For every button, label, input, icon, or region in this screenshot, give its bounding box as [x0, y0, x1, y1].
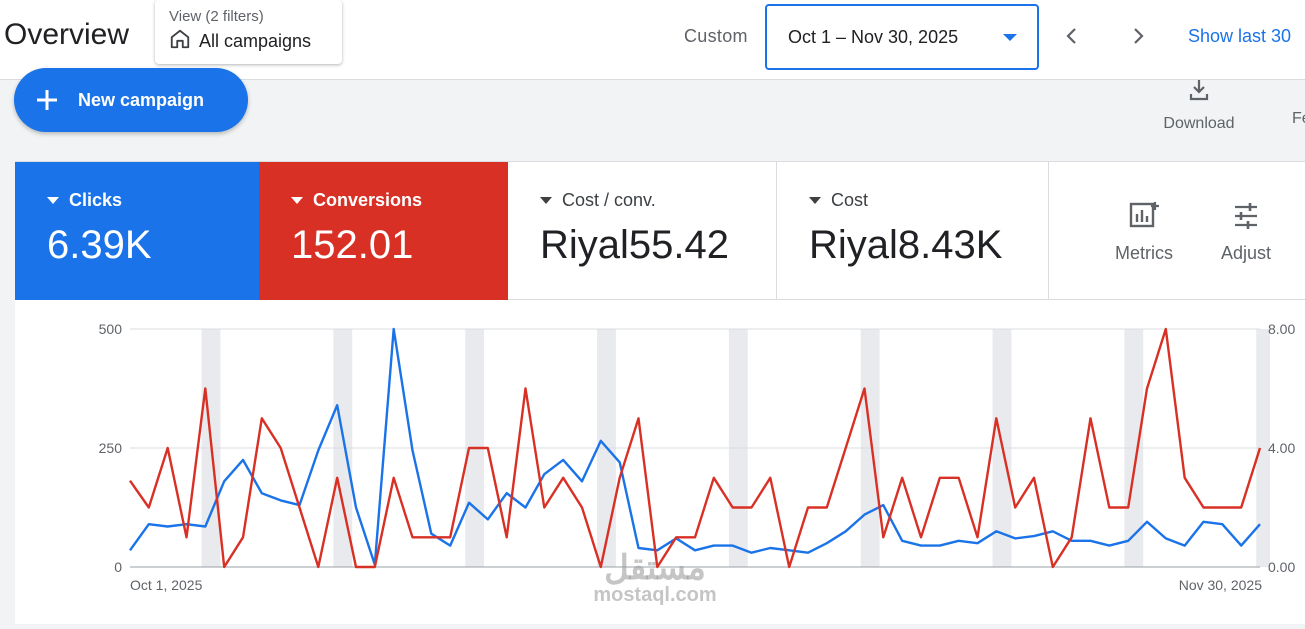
- plus-icon: [37, 90, 57, 110]
- metric-value: 6.39K: [47, 223, 152, 267]
- bar-chart-icon: [1129, 202, 1159, 228]
- new-campaign-button[interactable]: New campaign: [14, 68, 248, 132]
- new-campaign-label: New campaign: [78, 89, 205, 110]
- home-icon: [169, 28, 191, 55]
- metric-name: Clicks: [69, 190, 123, 210]
- chart-tools: Metrics Adjust: [1049, 162, 1305, 300]
- left-axis-tick: 250: [99, 440, 123, 456]
- filter-selection: All campaigns: [199, 31, 312, 51]
- chevron-right-icon: [1134, 28, 1144, 44]
- watermark-arabic: مستقل: [604, 549, 706, 587]
- previous-period-button[interactable]: [1058, 22, 1086, 50]
- metric-tile-conversions[interactable]: Conversions 152.01: [259, 162, 508, 300]
- download-button[interactable]: Download: [1150, 78, 1248, 133]
- date-range-value: Oct 1 – Nov 30, 2025: [788, 26, 959, 47]
- download-icon: [1189, 80, 1209, 101]
- page-title: Overview: [4, 18, 130, 51]
- x-axis-start-label: Oct 1, 2025: [130, 577, 203, 593]
- dropdown-triangle-icon: [540, 197, 552, 204]
- metric-name: Cost: [831, 190, 869, 210]
- metric-value: Riyal8.43K: [809, 223, 1003, 267]
- feedback-button[interactable]: Fe: [1292, 110, 1305, 128]
- campaign-filter[interactable]: View (2 filters) All campaigns: [155, 0, 342, 64]
- range-type-label: Custom: [684, 26, 748, 46]
- watermark-latin: mostaql.com: [593, 584, 717, 606]
- right-axis-tick: 0.00: [1268, 559, 1295, 575]
- filter-count: View (2 filters): [169, 8, 264, 25]
- dropdown-triangle-icon: [809, 197, 821, 204]
- dropdown-triangle-icon: [291, 197, 303, 204]
- right-axis-tick: 8.00: [1268, 321, 1295, 337]
- left-axis-tick: 0: [114, 559, 122, 575]
- metric-tile-cost[interactable]: Cost Riyal8.43K: [777, 162, 1049, 300]
- download-label: Download: [1163, 115, 1235, 132]
- watermark: مستقل mostaql.com: [565, 548, 745, 607]
- metrics-label: Metrics: [1115, 243, 1173, 263]
- metric-value: Riyal55.42: [540, 223, 730, 267]
- adjust-button[interactable]: Adjust: [1221, 202, 1271, 264]
- dropdown-caret-icon: [1003, 34, 1017, 41]
- adjust-label: Adjust: [1221, 243, 1272, 263]
- next-period-button[interactable]: [1124, 22, 1152, 50]
- metric-name: Cost / conv.: [562, 190, 656, 210]
- metric-tile-cost-per-conv[interactable]: Cost / conv. Riyal55.42: [508, 162, 777, 300]
- dropdown-triangle-icon: [47, 197, 59, 204]
- show-last-link[interactable]: Show last 30: [1188, 26, 1291, 47]
- x-axis-end-label: Nov 30, 2025: [1179, 577, 1262, 593]
- metric-value: 152.01: [291, 223, 414, 267]
- sliders-icon: [1235, 203, 1258, 229]
- right-axis-tick: 4.00: [1268, 440, 1295, 456]
- date-range-picker[interactable]: Oct 1 – Nov 30, 2025: [765, 4, 1039, 70]
- chevron-left-icon: [1066, 28, 1076, 44]
- metric-tile-clicks[interactable]: Clicks 6.39K: [15, 162, 259, 300]
- left-axis-tick: 500: [99, 321, 123, 337]
- clicks-series-line: [129, 327, 1261, 566]
- metrics-button[interactable]: Metrics: [1115, 202, 1173, 264]
- metric-name: Conversions: [313, 190, 423, 210]
